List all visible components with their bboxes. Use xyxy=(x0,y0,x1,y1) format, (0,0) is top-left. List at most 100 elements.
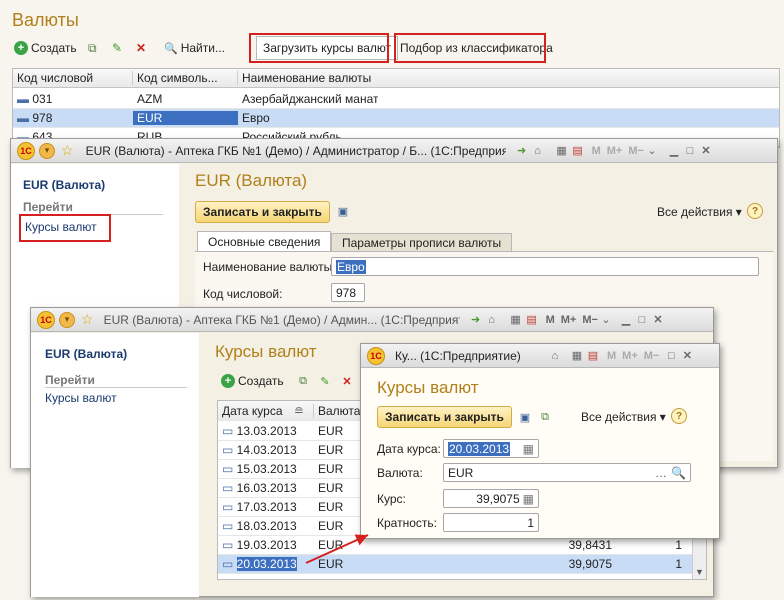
select-ellipsis-icon[interactable]: … xyxy=(655,466,667,480)
menu-icon[interactable]: ▾ xyxy=(39,142,55,159)
rate-record-window: 1C Ку... (1С:Предприятие) ⌂ ▦ ▤ M M+ M− … xyxy=(360,343,720,539)
app-logo-icon[interactable]: 1C xyxy=(17,141,35,160)
table-header: Код числовой Код символь... Наименование… xyxy=(13,69,779,88)
copy-icon[interactable]: ⧉ xyxy=(295,373,311,389)
column-header[interactable]: Наименование валюты xyxy=(238,71,371,85)
column-header[interactable]: Код символь... xyxy=(133,71,238,85)
favorite-star-icon[interactable]: ☆ xyxy=(61,142,74,159)
m-minus-icon[interactable]: M− xyxy=(628,145,644,157)
calendar-icon[interactable]: ▤ xyxy=(585,348,601,364)
rate-item-icon: ▭ xyxy=(222,462,237,476)
dropdown-icon[interactable]: ⌄ xyxy=(598,312,614,328)
close-icon[interactable]: ✕ xyxy=(698,143,714,159)
sidebar-link-rates[interactable]: Курсы валют xyxy=(45,391,117,405)
page-title: Валюты xyxy=(12,10,79,30)
code-label: Код числовой: xyxy=(203,287,283,301)
name-field[interactable]: Евро xyxy=(331,257,759,276)
scroll-down-icon[interactable]: ▼ xyxy=(695,567,704,577)
app-logo-icon[interactable]: 1C xyxy=(367,346,385,365)
maximize-icon[interactable]: □ xyxy=(682,143,698,159)
calculator-icon[interactable]: ▦ xyxy=(508,312,524,328)
bookmark-icon[interactable]: ⌂ xyxy=(484,312,500,328)
minimize-icon[interactable]: ▁ xyxy=(618,312,634,328)
calculator-icon[interactable]: ▦ xyxy=(523,492,534,506)
delete-icon[interactable]: ✕ xyxy=(339,373,355,389)
currency-field[interactable]: EUR … 🔍 xyxy=(443,463,691,482)
m-minus-icon[interactable]: M− xyxy=(644,350,660,362)
calendar-icon[interactable]: ▤ xyxy=(570,143,586,159)
create-button[interactable]: + Создать xyxy=(14,38,77,58)
rate-item-icon: ▭ xyxy=(222,500,237,514)
table-row[interactable]: ▬ 031 AZM Азербайджанский манат xyxy=(13,90,779,109)
save-close-button[interactable]: Записать и закрыть xyxy=(195,201,330,223)
arrow-icon[interactable]: ➜ xyxy=(514,143,530,159)
dropdown-icon[interactable]: ⌄ xyxy=(644,143,660,159)
maximize-icon[interactable]: □ xyxy=(663,348,679,364)
form-title: Курсы валют xyxy=(215,342,317,361)
rate-item-icon: ▭ xyxy=(222,443,237,457)
favorite-star-icon[interactable]: ☆ xyxy=(81,311,94,328)
menu-icon[interactable]: ▾ xyxy=(59,311,75,328)
m-plus-icon[interactable]: M+ xyxy=(622,350,638,362)
arrow-icon[interactable]: ➜ xyxy=(468,312,484,328)
calendar-icon[interactable]: ▦ xyxy=(523,442,534,456)
tab-params[interactable]: Параметры прописи валюты xyxy=(331,233,513,253)
m-icon[interactable]: M xyxy=(607,350,616,362)
code-field[interactable]: 978 xyxy=(331,283,365,302)
save-icon[interactable]: ▣ xyxy=(517,409,533,425)
close-icon[interactable]: ✕ xyxy=(679,348,695,364)
calculator-icon[interactable]: ▦ xyxy=(569,348,585,364)
table-row-selected[interactable]: ▬ 978 EUR Евро xyxy=(13,109,779,128)
multiplicity-field[interactable]: 1 xyxy=(443,513,539,532)
window-title: EUR (Валюта) - Аптека ГКБ №1 (Демо) / Ад… xyxy=(103,312,460,327)
edit-icon[interactable]: ✎ xyxy=(112,38,122,58)
window-title: EUR (Валюта) - Аптека ГКБ №1 (Демо) / Ад… xyxy=(85,143,506,158)
rate-item-icon: ▭ xyxy=(222,481,237,495)
window-title: Ку... (1С:Предприятие) xyxy=(395,348,521,363)
bookmark-icon[interactable]: ⌂ xyxy=(547,348,563,364)
create-button[interactable]: + Создать xyxy=(221,371,284,391)
app-logo-icon[interactable]: 1C xyxy=(37,310,55,329)
plus-icon: + xyxy=(221,374,235,388)
help-icon[interactable]: ? xyxy=(671,408,687,424)
highlight-rates-link xyxy=(19,214,111,242)
multiplicity-label: Кратность: xyxy=(377,516,437,530)
plus-icon: + xyxy=(14,41,28,55)
sidebar-title: EUR (Валюта) xyxy=(45,347,128,361)
m-plus-icon[interactable]: M+ xyxy=(561,314,577,326)
date-field[interactable]: 20.03.2013 ▦ xyxy=(443,439,539,458)
find-button[interactable]: 🔍 Найти... xyxy=(164,38,225,58)
bookmark-icon[interactable]: ⌂ xyxy=(530,143,546,159)
m-minus-icon[interactable]: M− xyxy=(582,314,598,326)
delete-icon[interactable]: ✕ xyxy=(136,38,146,58)
highlight-pick-classifier xyxy=(394,33,546,63)
sort-icon: ≘ xyxy=(293,403,304,418)
help-icon[interactable]: ? xyxy=(747,203,763,219)
column-header[interactable]: Код числовой xyxy=(13,71,133,85)
minimize-icon[interactable]: ▁ xyxy=(666,143,682,159)
m-icon[interactable]: M xyxy=(592,145,601,157)
rate-label: Курс: xyxy=(377,492,406,506)
titlebar: 1C ▾ ☆ EUR (Валюта) - Аптека ГКБ №1 (Дем… xyxy=(31,308,713,332)
save-icon[interactable]: ▣ xyxy=(335,203,351,219)
edit-icon[interactable]: ✎ xyxy=(317,373,333,389)
close-icon[interactable]: ✕ xyxy=(650,312,666,328)
calendar-icon[interactable]: ▤ xyxy=(524,312,540,328)
maximize-icon[interactable]: □ xyxy=(634,312,650,328)
all-actions-menu[interactable]: Все действия ▾ xyxy=(581,410,666,424)
search-icon[interactable]: 🔍 xyxy=(671,466,686,480)
sidebar: EUR (Валюта) Перейти Курсы валют xyxy=(31,333,199,597)
highlight-load-rates xyxy=(249,33,389,63)
all-actions-menu[interactable]: Все действия ▾ xyxy=(657,205,742,219)
table-row-selected[interactable]: ▭ 20.03.2013 EUR 39,9075 1 xyxy=(218,555,692,574)
rate-field[interactable]: 39,9075 ▦ xyxy=(443,489,539,508)
form-title: Курсы валют xyxy=(377,378,479,397)
sidebar-title: EUR (Валюта) xyxy=(23,178,106,192)
m-icon[interactable]: M xyxy=(546,314,555,326)
copy-icon[interactable]: ⧉ xyxy=(537,409,553,425)
save-close-button[interactable]: Записать и закрыть xyxy=(377,406,512,428)
tab-main[interactable]: Основные сведения xyxy=(197,231,332,252)
m-plus-icon[interactable]: M+ xyxy=(607,145,623,157)
calculator-icon[interactable]: ▦ xyxy=(554,143,570,159)
copy-icon[interactable]: ⧉ xyxy=(88,38,97,58)
